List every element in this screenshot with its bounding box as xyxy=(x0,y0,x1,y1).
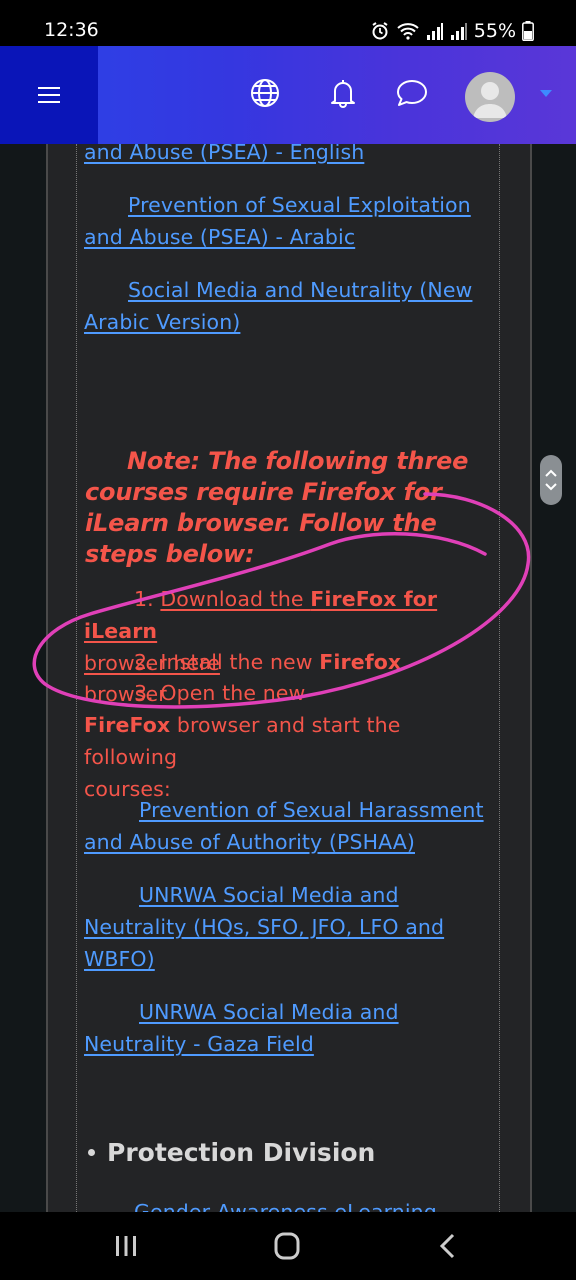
link-social-media-hq-line2[interactable]: Neutrality (HQs, SFO, JFO, LFO and xyxy=(84,915,444,939)
menu-icon xyxy=(38,87,60,103)
status-icons: 55% xyxy=(370,20,534,42)
recents-icon[interactable] xyxy=(106,1230,146,1262)
link-pshaa-line2[interactable]: and Abuse of Authority (PSHAA) xyxy=(84,830,415,854)
wifi-icon xyxy=(397,23,419,40)
step-1-number: 1. xyxy=(134,587,154,611)
battery-icon xyxy=(522,21,534,41)
avatar[interactable] xyxy=(465,72,515,122)
home-icon[interactable] xyxy=(267,1230,307,1262)
firefox-note: Note: The following three courses requir… xyxy=(85,446,505,570)
link-psea-english-tail[interactable]: and Abuse (PSEA) - English xyxy=(84,144,489,168)
chat-icon[interactable] xyxy=(394,76,430,110)
signal-icon-1 xyxy=(426,23,443,40)
link-social-media-gaza-line2[interactable]: Neutrality - Gaza Field xyxy=(84,1032,314,1056)
link-psea-arabic[interactable]: Prevention of Sexual Exploitation and Ab… xyxy=(84,189,489,253)
section-protection-division: Protection Division xyxy=(88,1137,375,1169)
step-2-text: 2. Install the new xyxy=(134,650,320,674)
note-line1: Note: The following three xyxy=(127,447,469,475)
step-3: 3. Open the new FireFox browser and star… xyxy=(84,677,489,805)
link-psea-arabic-line1[interactable]: Prevention of Sexual Exploitation xyxy=(128,193,471,217)
app-header xyxy=(0,46,576,144)
alarm-icon xyxy=(372,22,388,40)
menu-button[interactable] xyxy=(0,46,98,144)
bullet-dot xyxy=(88,1148,95,1156)
scroll-arrows-icon xyxy=(545,469,557,491)
battery-percent: 55% xyxy=(473,20,516,42)
link-social-media-hq[interactable]: UNRWA Social Media and Neutrality (HQs, … xyxy=(84,879,489,975)
link-pshaa-line1[interactable]: Prevention of Sexual Harassment xyxy=(139,798,484,822)
link-social-media-gaza-line1[interactable]: UNRWA Social Media and xyxy=(139,1000,399,1024)
back-icon[interactable] xyxy=(428,1230,468,1262)
link-pshaa[interactable]: Prevention of Sexual Harassment and Abus… xyxy=(84,794,489,858)
caret-down-icon[interactable] xyxy=(540,90,552,97)
note-line2: courses require Firefox for xyxy=(85,478,442,506)
section-heading-text: Protection Division xyxy=(107,1138,376,1167)
scroll-handle[interactable] xyxy=(540,455,562,505)
link-psea-english[interactable]: and Abuse (PSEA) - English xyxy=(84,144,364,164)
link-social-media-arabic[interactable]: Social Media and Neutrality (New Arabic … xyxy=(84,274,489,338)
link-social-media-hq-line3[interactable]: WBFO) xyxy=(84,947,155,971)
link-psea-arabic-line2[interactable]: and Abuse (PSEA) - Arabic xyxy=(84,225,355,249)
system-nav-bar xyxy=(0,1212,576,1280)
user-icon xyxy=(473,82,507,118)
note-line3: iLearn browser. Follow the xyxy=(85,509,437,537)
link-gender-awareness-text[interactable]: Gender Awareness eLearning xyxy=(134,1200,437,1212)
status-time: 12:36 xyxy=(44,19,99,41)
step-2-bold: Firefox xyxy=(319,650,402,674)
link-social-media-arabic-line1[interactable]: Social Media and Neutrality (New xyxy=(128,278,472,302)
step-3-bold: FireFox xyxy=(84,713,171,737)
signal-icon-2 xyxy=(450,23,467,40)
bell-icon[interactable] xyxy=(326,76,360,110)
page-content: and Abuse (PSEA) - English Prevention of… xyxy=(0,144,576,1212)
link-social-media-hq-line1[interactable]: UNRWA Social Media and xyxy=(139,883,399,907)
link-social-media-gaza[interactable]: UNRWA Social Media and Neutrality - Gaza… xyxy=(84,996,489,1060)
link-gender-awareness[interactable]: Gender Awareness eLearning xyxy=(134,1196,494,1212)
step-3-text: 3. Open the new xyxy=(134,681,306,705)
download-link-text[interactable]: Download the xyxy=(160,587,310,611)
link-social-media-arabic-line2[interactable]: Arabic Version) xyxy=(84,310,240,334)
globe-icon[interactable] xyxy=(248,76,282,110)
note-line4: steps below: xyxy=(85,540,255,568)
status-bar: 12:36 55% xyxy=(0,0,576,46)
